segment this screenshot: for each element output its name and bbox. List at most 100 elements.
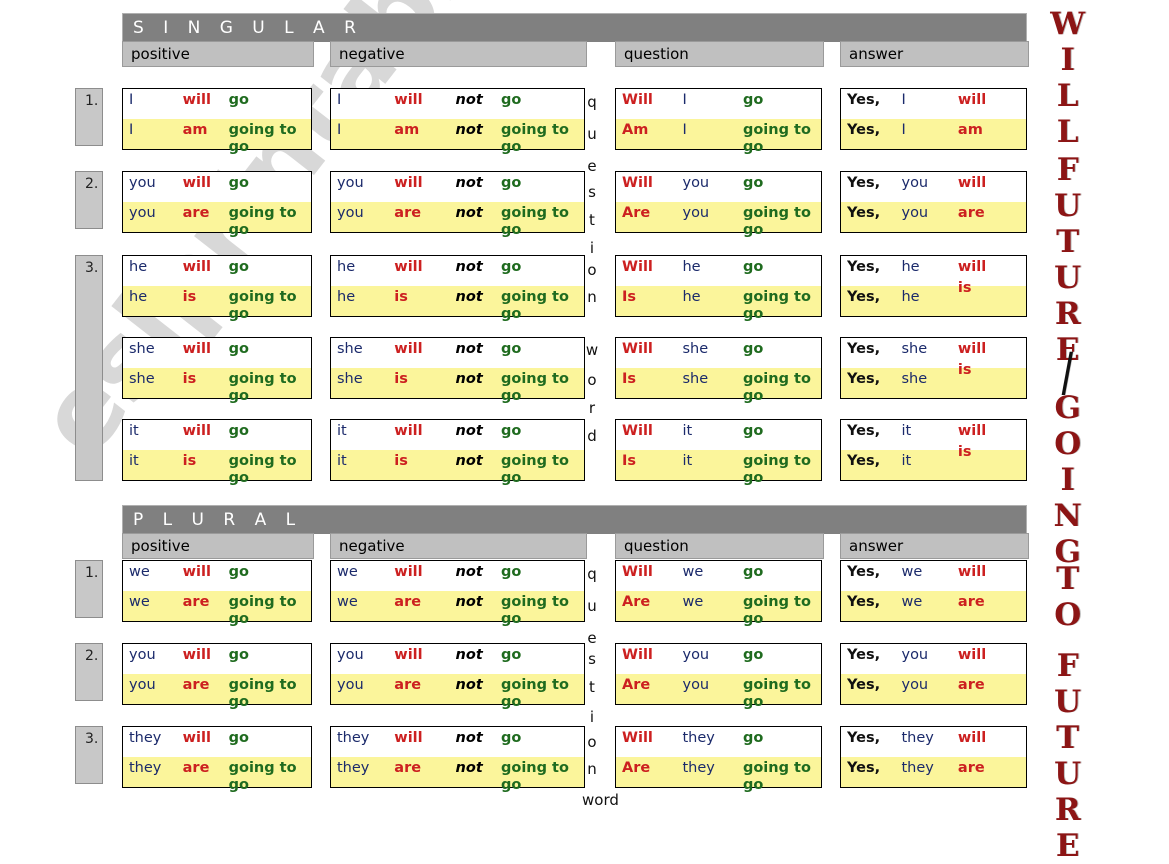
token-question-1-3: go bbox=[742, 730, 764, 746]
token-question-1-2: we bbox=[682, 564, 704, 580]
token-negative-2-3: not bbox=[455, 205, 483, 221]
token-negative-1-4: go bbox=[501, 647, 522, 663]
sentence-box-negative: you will not go you are not going to go bbox=[330, 171, 585, 238]
token-answer-2-3: is bbox=[957, 444, 972, 460]
token-negative-2-2: is bbox=[394, 289, 408, 305]
token-answer-1-2: you bbox=[901, 175, 929, 191]
token-question-1-1: Will bbox=[622, 647, 653, 663]
token-negative-1-3: not bbox=[455, 730, 483, 746]
token-negative-2-4: going to go bbox=[501, 594, 569, 627]
token-positive-1-1: he bbox=[129, 259, 148, 275]
token-positive-1-3: go bbox=[228, 423, 249, 439]
going-to-form-row: it is going to go bbox=[123, 450, 311, 486]
token-positive-1-1: it bbox=[129, 423, 139, 439]
token-positive-2-2: are bbox=[182, 677, 210, 693]
token-positive-2-1: you bbox=[129, 677, 156, 693]
sentence-box-positive: you will go you are going to go bbox=[122, 643, 312, 710]
will-form-row: we will not go bbox=[331, 561, 584, 591]
token-positive-2-2: are bbox=[182, 205, 210, 221]
token-negative-2-3: not bbox=[455, 371, 483, 387]
token-answer-2-2: he bbox=[901, 289, 920, 305]
token-positive-1-2: will bbox=[182, 175, 211, 191]
sentence-box-positive: we will go we are going to go bbox=[122, 560, 312, 627]
will-form-row: Yes, Iwill bbox=[841, 89, 1026, 119]
token-answer-1-3: will bbox=[957, 647, 987, 663]
question-word-letter: o bbox=[587, 261, 597, 279]
token-positive-1-1: she bbox=[129, 341, 155, 357]
going-to-form-row: they are not going to go bbox=[331, 757, 584, 793]
column-header-answer: answer bbox=[840, 533, 1029, 559]
will-form-row: Will you go bbox=[616, 644, 821, 674]
token-answer-2-1: Yes, bbox=[847, 677, 881, 693]
token-answer-2-1: Yes, bbox=[847, 371, 881, 387]
token-negative-2-1: she bbox=[337, 371, 363, 387]
token-positive-1-3: go bbox=[228, 647, 249, 663]
going-to-form-row: she is going to go bbox=[123, 368, 311, 404]
sentence-box-positive: they will go they are going to go bbox=[122, 726, 312, 793]
question-word-letter: q bbox=[587, 93, 597, 111]
token-question-2-2: you bbox=[682, 677, 710, 693]
token-answer-2-1: Yes, bbox=[847, 453, 881, 469]
token-negative-2-2: are bbox=[394, 760, 422, 776]
token-answer-1-2: I bbox=[901, 92, 906, 108]
token-answer-1-2: they bbox=[901, 730, 934, 746]
token-answer-2-2: you bbox=[901, 205, 929, 221]
column-header-negative: negative bbox=[330, 41, 587, 67]
token-question-2-2: he bbox=[682, 289, 701, 305]
going-to-form-row: Are you going to go bbox=[616, 674, 821, 710]
token-question-1-2: he bbox=[682, 259, 701, 275]
token-negative-2-2: is bbox=[394, 453, 408, 469]
column-header-answer: answer bbox=[840, 41, 1029, 67]
token-question-2-3: going to go bbox=[742, 760, 811, 793]
token-answer-1-1: Yes, bbox=[847, 564, 881, 580]
question-word-letter: word bbox=[582, 791, 619, 809]
will-form-row: you will not go bbox=[331, 172, 584, 202]
question-word-letter: q bbox=[587, 565, 597, 583]
token-answer-1-2: he bbox=[901, 259, 920, 275]
token-positive-1-2: will bbox=[182, 92, 211, 108]
going-to-form-row: we are going to go bbox=[123, 591, 311, 627]
will-form-row: she will not go bbox=[331, 338, 584, 368]
vtitle-future-2: FUTURE bbox=[1049, 648, 1086, 864]
token-positive-1-3: go bbox=[228, 92, 249, 108]
token-positive-2-2: is bbox=[182, 453, 197, 469]
going-to-form-row: Iam not going to go bbox=[331, 119, 584, 155]
going-to-form-row: Yes, they are bbox=[841, 757, 1026, 787]
question-word-letter: o bbox=[587, 733, 597, 751]
token-negative-1-1: you bbox=[337, 647, 364, 663]
question-word-letter: n bbox=[587, 288, 597, 306]
token-negative-2-4: going to go bbox=[501, 289, 569, 322]
question-word-letter: s bbox=[588, 183, 596, 201]
will-form-row: Will they go bbox=[616, 727, 821, 757]
going-to-form-row: she is not going to go bbox=[331, 368, 584, 404]
token-question-2-2: I bbox=[682, 122, 687, 138]
question-word-letter: i bbox=[589, 708, 595, 726]
sentence-box-answer: Yes, they will Yes, they are bbox=[840, 726, 1027, 788]
token-negative-2-2: are bbox=[394, 205, 422, 221]
token-negative-2-1: he bbox=[337, 289, 356, 305]
token-question-1-2: she bbox=[682, 341, 709, 357]
token-answer-1-1: Yes, bbox=[847, 259, 881, 275]
token-question-2-1: Is bbox=[622, 289, 637, 305]
token-question-2-2: she bbox=[682, 371, 709, 387]
token-positive-1-2: will bbox=[182, 730, 211, 746]
token-negative-1-1: you bbox=[337, 175, 364, 191]
token-negative-2-4: going to go bbox=[501, 453, 569, 486]
token-answer-2-3: is bbox=[957, 280, 972, 296]
will-form-row: Iwill go bbox=[123, 89, 311, 119]
token-question-1-1: Will bbox=[622, 423, 653, 439]
vtitle-going: GOING bbox=[1049, 390, 1086, 570]
token-negative-1-1: it bbox=[337, 423, 347, 439]
token-negative-2-3: not bbox=[455, 289, 483, 305]
sentence-box-negative: they will not go they are not going to go bbox=[330, 726, 585, 793]
token-question-1-1: Will bbox=[622, 175, 653, 191]
token-negative-2-4: going to go bbox=[501, 760, 569, 793]
token-question-1-1: Will bbox=[622, 564, 653, 580]
question-word-letter: n bbox=[587, 760, 597, 778]
token-negative-2-3: not bbox=[455, 122, 483, 138]
sentence-box-positive: you will go you are going to go bbox=[122, 171, 312, 238]
token-positive-2-3: going to go bbox=[228, 122, 297, 155]
token-question-2-1: Are bbox=[622, 205, 651, 221]
token-answer-2-1: Yes, bbox=[847, 205, 881, 221]
question-word-letter: e bbox=[587, 629, 597, 647]
